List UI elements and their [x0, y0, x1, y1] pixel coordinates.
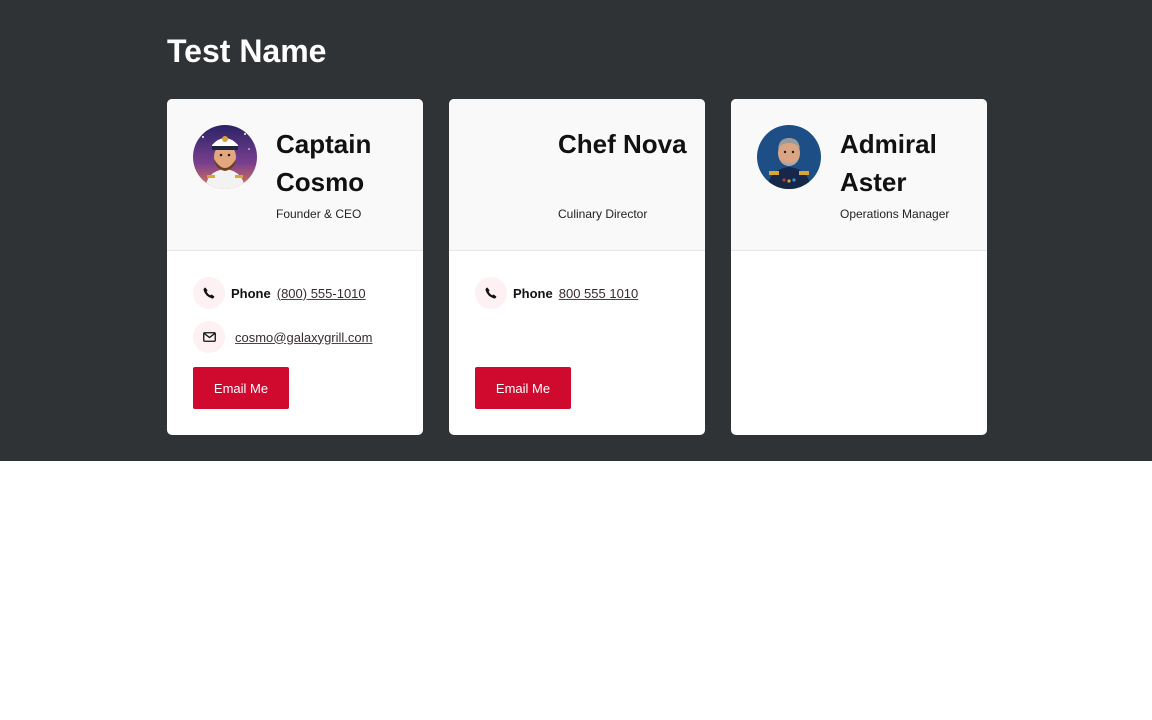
envelope-icon [193, 321, 225, 353]
phone-label: Phone [231, 285, 271, 301]
team-card-chef-nova: Chef Nova Culinary Director Phone 800 55… [449, 99, 705, 435]
phone-icon [475, 277, 507, 309]
person-role: Culinary Director [558, 207, 648, 221]
captain-avatar [193, 125, 257, 189]
person-name: Admiral Aster [840, 129, 937, 197]
email-me-button[interactable]: Email Me [193, 367, 289, 409]
phone-link[interactable]: 800 555 1010 [559, 286, 639, 301]
person-role: Operations Manager [840, 207, 950, 221]
admiral-avatar [757, 125, 821, 189]
phone-link[interactable]: (800) 555-1010 [277, 286, 366, 301]
email-link[interactable]: cosmo@galaxygrill.com [235, 330, 372, 345]
card-header: Admiral Aster Operations Manager [731, 99, 987, 251]
person-name: Chef Nova [558, 129, 687, 159]
email-row: cosmo@galaxygrill.com [193, 321, 372, 353]
team-card-captain-cosmo: Captain Cosmo Founder & CEO Phone (800) … [167, 99, 423, 435]
team-card-admiral-aster: Admiral Aster Operations Manager [731, 99, 987, 435]
person-role: Founder & CEO [276, 207, 362, 221]
card-header: Chef Nova Culinary Director [449, 99, 705, 251]
person-name: Captain Cosmo [276, 129, 372, 197]
page-title: Test Name [167, 33, 327, 69]
email-me-button[interactable]: Email Me [475, 367, 571, 409]
phone-label: Phone [513, 285, 553, 301]
phone-row: Phone 800 555 1010 [475, 277, 638, 309]
phone-icon [193, 277, 225, 309]
card-header: Captain Cosmo Founder & CEO [167, 99, 423, 251]
phone-row: Phone (800) 555-1010 [193, 277, 366, 309]
